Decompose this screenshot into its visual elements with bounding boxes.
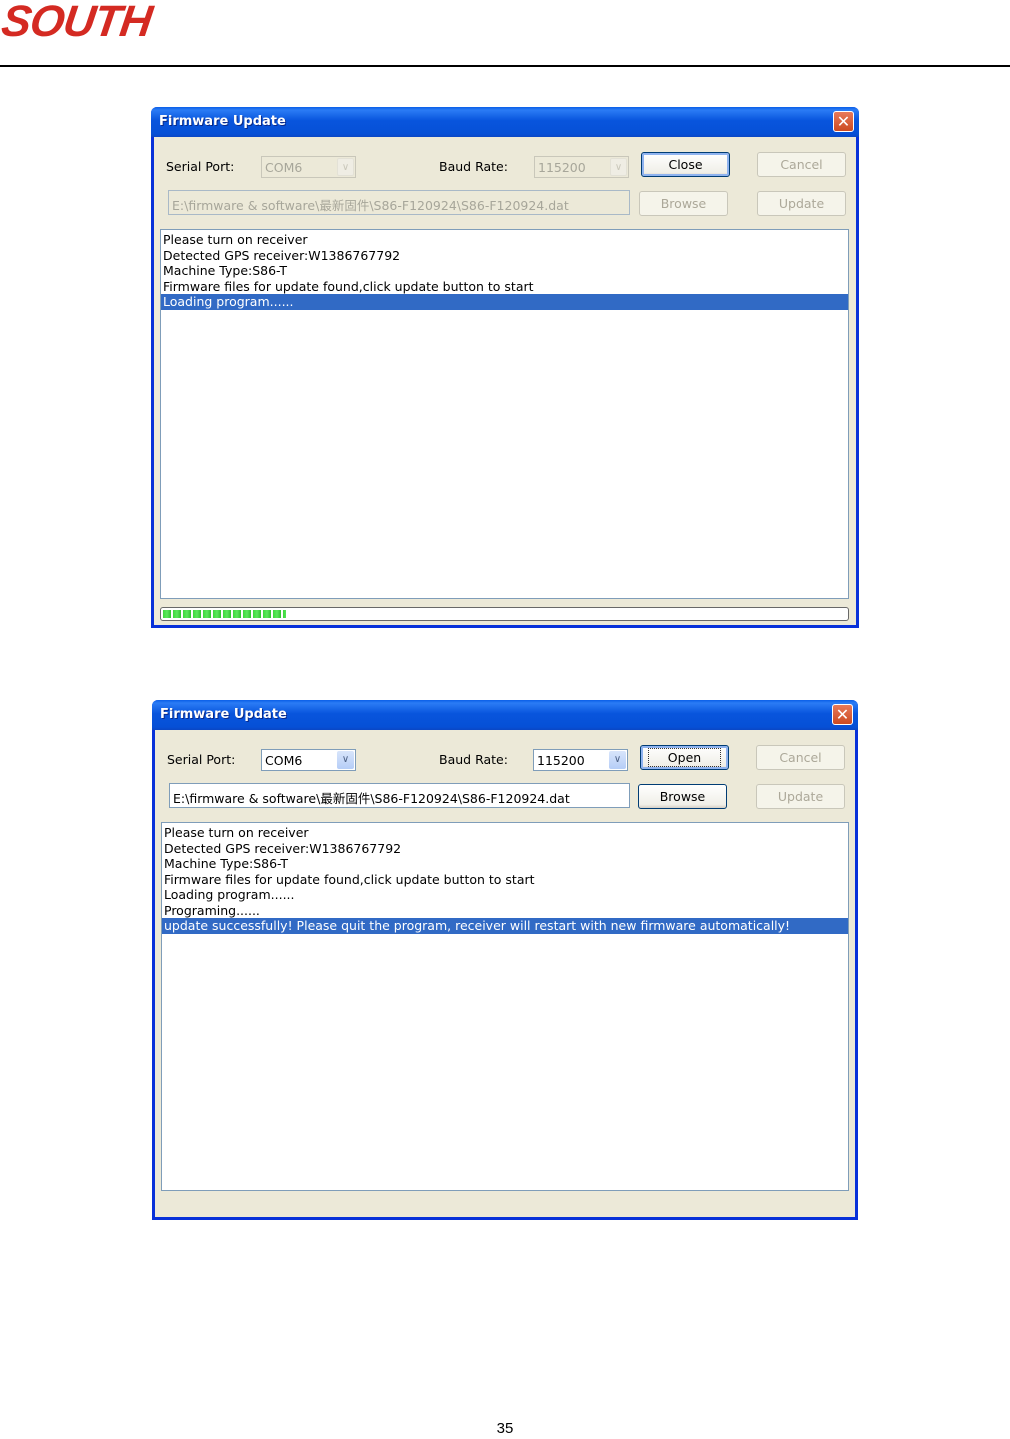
serial-port-label: Serial Port: [166, 159, 235, 174]
update-button[interactable]: Update [756, 784, 845, 809]
firmware-file-path-value: E:\firmware & software\最新固件\S86-F120924\… [172, 198, 569, 213]
window-title: Firmware Update [160, 707, 287, 722]
cancel-button-label: Cancel [780, 157, 823, 172]
log-line[interactable]: Loading program...... [161, 294, 848, 310]
close-button[interactable]: Close [641, 152, 730, 177]
log-line[interactable]: Please turn on receiver [162, 825, 848, 841]
close-window-icon[interactable]: ✕ [833, 111, 854, 132]
open-button[interactable]: Open [640, 745, 729, 770]
update-progress-bar [160, 607, 849, 621]
cancel-button[interactable]: Cancel [756, 745, 845, 770]
firmware-file-path-value: E:\firmware & software\最新固件\S86-F120924\… [173, 791, 570, 806]
cancel-button-label: Cancel [779, 750, 822, 765]
firmware-file-path-input[interactable]: E:\firmware & software\最新固件\S86-F120924\… [168, 190, 630, 215]
cancel-button[interactable]: Cancel [757, 152, 846, 177]
update-button-label: Update [777, 789, 824, 804]
serial-port-select[interactable]: COM6 ∨ [261, 749, 356, 771]
baud-rate-value: 115200 [537, 753, 585, 768]
baud-rate-select[interactable]: 115200 ∨ [534, 156, 629, 178]
chevron-down-icon[interactable]: ∨ [337, 158, 354, 176]
serial-port-label: Serial Port: [167, 752, 236, 767]
log-line[interactable]: Machine Type:S86-T [161, 263, 848, 279]
browse-button-label: Browse [659, 789, 706, 804]
log-line[interactable]: Loading program...... [162, 887, 848, 903]
chevron-down-icon[interactable]: ∨ [610, 158, 627, 176]
title-bar[interactable]: Firmware Update ✕ [151, 107, 859, 137]
update-button-label: Update [778, 196, 825, 211]
serial-port-value: COM6 [265, 160, 303, 175]
log-line[interactable]: Machine Type:S86-T [162, 856, 848, 872]
baud-rate-value: 115200 [538, 160, 586, 175]
open-button-label: Open [647, 748, 722, 767]
close-button-label: Close [668, 157, 703, 172]
status-log-list[interactable]: Please turn on receiver Detected GPS rece… [161, 822, 849, 1191]
header-divider [0, 65, 1010, 67]
firmware-update-dialog-loading: Firmware Update ✕ Serial Port: COM6 ∨ Ba… [151, 107, 859, 628]
status-log-list[interactable]: Please turn on receiver Detected GPS rece… [160, 229, 849, 599]
log-line[interactable]: Detected GPS receiver:W1386767792 [161, 248, 848, 264]
log-line[interactable]: update successfully! Please quit the pro… [162, 918, 848, 934]
window-title: Firmware Update [159, 114, 286, 129]
log-line[interactable]: Programing...... [162, 903, 848, 919]
log-line[interactable]: Firmware files for update found,click up… [161, 279, 848, 295]
serial-port-value: COM6 [265, 753, 303, 768]
log-line[interactable]: Firmware files for update found,click up… [162, 872, 848, 888]
log-line[interactable]: Please turn on receiver [161, 232, 848, 248]
logo-text: SOUTH [0, 0, 155, 46]
log-line[interactable]: Detected GPS receiver:W1386767792 [162, 841, 848, 857]
south-logo: SOUTH [0, 0, 155, 46]
firmware-update-dialog-success: Firmware Update ✕ Serial Port: COM6 ∨ Ba… [152, 700, 858, 1220]
page-number: 35 [496, 1420, 514, 1437]
chevron-down-icon[interactable]: ∨ [609, 751, 626, 769]
update-button[interactable]: Update [757, 191, 846, 216]
chevron-down-icon[interactable]: ∨ [337, 751, 354, 769]
browse-button[interactable]: Browse [638, 784, 727, 809]
firmware-file-path-input[interactable]: E:\firmware & software\最新固件\S86-F120924\… [169, 783, 630, 808]
browse-button-label: Browse [660, 196, 707, 211]
baud-rate-label: Baud Rate: [439, 159, 508, 174]
serial-port-select[interactable]: COM6 ∨ [261, 156, 356, 178]
close-window-icon[interactable]: ✕ [832, 704, 853, 725]
progress-fill [163, 610, 286, 618]
baud-rate-label: Baud Rate: [439, 752, 508, 767]
baud-rate-select[interactable]: 115200 ∨ [533, 749, 628, 771]
browse-button[interactable]: Browse [639, 191, 728, 216]
title-bar[interactable]: Firmware Update ✕ [152, 700, 858, 730]
